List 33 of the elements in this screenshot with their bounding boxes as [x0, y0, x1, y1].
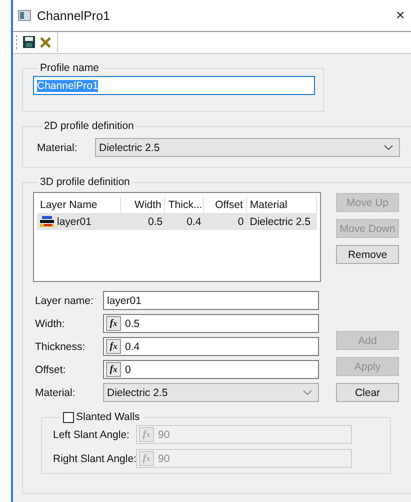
group-label: 3D profile definition [39, 176, 131, 188]
list-button[interactable]: Remove [336, 245, 399, 264]
save-icon[interactable] [23, 36, 35, 48]
group-label: 2D profile definition [43, 120, 135, 132]
field-label: Right Slant Angle: [52, 452, 136, 464]
table-row[interactable]: layer01 0.5 0.4 0 Dielectric 2.5 [37, 213, 317, 230]
chevron-icon [303, 390, 312, 395]
table-cell-text: 0.5 [146, 216, 164, 228]
table-cell-text: Dielectric 2.5 [248, 216, 312, 228]
field-label: Left Slant Angle: [52, 428, 130, 440]
checkbox[interactable] [63, 412, 74, 422]
field-label: Offset: [34, 364, 67, 376]
table-cell: layer01 [57, 216, 92, 228]
field-value: ChannelPro1 [37, 80, 98, 92]
material-dropdown[interactable]: Dielectric 2.5 [103, 383, 319, 402]
table-cell-text: 0.4 [186, 216, 202, 228]
checkbox-label: Slanted Walls [76, 411, 140, 423]
action-button[interactable]: Clear [336, 383, 399, 402]
field-label: Layer name: [34, 294, 94, 306]
delete-icon[interactable] [40, 36, 51, 48]
field-label: Thickness: [34, 340, 86, 352]
group-label: Profile name [39, 62, 100, 74]
table-cell-text: 0 [236, 216, 245, 228]
field-label: Material: [34, 386, 76, 398]
layers-icon [40, 216, 54, 227]
field-label: Material: [37, 142, 78, 154]
material-dropdown[interactable]: Dielectric 2.5 [95, 138, 400, 157]
field-label: Width: [34, 318, 66, 330]
chevron-icon [384, 145, 393, 150]
close-button[interactable]: × [396, 7, 405, 24]
input-field[interactable]: layer01 [103, 291, 319, 310]
window-icon [18, 10, 31, 21]
window-title: ChannelPro1 [37, 8, 110, 22]
